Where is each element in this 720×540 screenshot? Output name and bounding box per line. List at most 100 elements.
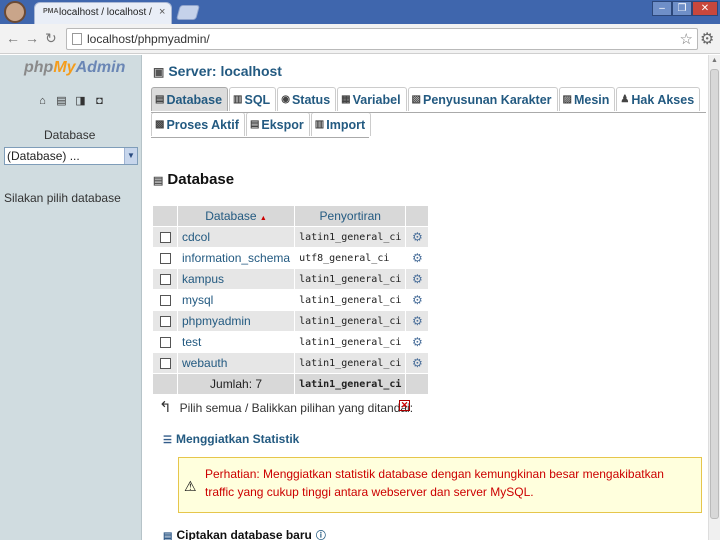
vertical-scrollbar[interactable]: ▲ bbox=[708, 55, 720, 540]
table-header-row: Database ▲ Penyortiran bbox=[153, 206, 429, 226]
home-icon[interactable]: ⌂ bbox=[36, 95, 49, 108]
chevron-down-icon[interactable]: ▼ bbox=[124, 148, 137, 164]
collation-cell: latin1_general_ci bbox=[295, 290, 406, 310]
docs-icon[interactable]: ◨ bbox=[74, 95, 87, 108]
row-checkbox[interactable] bbox=[159, 253, 171, 265]
database-name-cell: information_schema bbox=[178, 248, 295, 268]
status-icon: ◉ bbox=[281, 94, 290, 105]
tab-engines[interactable]: ▨ Mesin bbox=[558, 87, 616, 111]
database-name-link[interactable]: phpmyadmin bbox=[182, 314, 251, 328]
tab-label: Variabel bbox=[352, 92, 401, 107]
tabs-row-2: ▩ Proses Aktif ▤ Ekspor ▥ Import bbox=[151, 112, 706, 137]
maximize-icon[interactable]: ❐ bbox=[672, 1, 692, 16]
tab-processes[interactable]: ▩ Proses Aktif bbox=[151, 112, 245, 136]
check-privileges-icon[interactable]: ⚙ bbox=[412, 251, 423, 265]
help-icon[interactable]: ◘ bbox=[93, 95, 106, 108]
row-checkbox[interactable] bbox=[159, 232, 171, 244]
database-name-link[interactable]: webauth bbox=[182, 356, 227, 370]
engine-icon: ▨ bbox=[562, 94, 572, 105]
enable-statistics-link[interactable]: ☰ Menggiatkan Statistik bbox=[163, 432, 299, 446]
back-icon[interactable]: ← bbox=[6, 30, 20, 46]
scrollbar-thumb[interactable] bbox=[710, 69, 719, 519]
create-database-icon: ▤ bbox=[163, 531, 173, 540]
check-privileges-icon[interactable]: ⚙ bbox=[412, 272, 423, 286]
warning-message: Perhatian: Menggiatkan statistik databas… bbox=[205, 467, 664, 499]
sql-query-icon[interactable]: ▤ bbox=[55, 95, 68, 108]
close-tab-icon[interactable]: × bbox=[159, 6, 165, 18]
tab-divider bbox=[151, 137, 369, 138]
sort-ascending-icon: ▲ bbox=[259, 215, 267, 222]
phpmyadmin-logo[interactable]: phpMyAdmin bbox=[24, 59, 125, 77]
table-total-row: Jumlah: 7 latin1_general_ci bbox=[153, 374, 429, 394]
check-privileges-icon[interactable]: ⚙ bbox=[412, 314, 423, 328]
table-row: information_schema utf8_general_ci ⚙ bbox=[153, 248, 429, 268]
export-icon: ▤ bbox=[249, 119, 260, 130]
tab-database[interactable]: ▤ Database bbox=[151, 87, 229, 111]
sql-icon: ▥ bbox=[233, 94, 243, 105]
forward-icon[interactable]: → bbox=[25, 30, 39, 46]
window-close-icon[interactable]: ✕ bbox=[692, 1, 718, 16]
reload-icon[interactable]: ↻ bbox=[45, 30, 57, 47]
logo-admin: Admin bbox=[75, 59, 126, 76]
wrench-menu-icon[interactable]: ⚙ bbox=[700, 29, 714, 49]
check-all-link[interactable]: Pilih semua / Balikkan pilihan yang dita… bbox=[180, 401, 413, 415]
database-name-link[interactable]: mysql bbox=[182, 293, 213, 307]
left-toolbar-icons: ⌂ ▤ ◨ ◘ bbox=[36, 95, 106, 108]
minimize-icon[interactable]: – bbox=[652, 1, 672, 16]
database-name-link[interactable]: information_schema bbox=[182, 251, 290, 265]
help-icon[interactable]: ⓘ bbox=[316, 531, 326, 540]
privileges-cell: ⚙ bbox=[406, 290, 429, 310]
row-checkbox[interactable] bbox=[159, 358, 171, 370]
header-collation-label: Penyortiran bbox=[319, 209, 381, 223]
table-row: test latin1_general_ci ⚙ bbox=[153, 332, 429, 352]
tab-import[interactable]: ▥ Import bbox=[310, 112, 372, 136]
tab-status[interactable]: ◉ Status bbox=[277, 87, 337, 111]
database-name-cell: phpmyadmin bbox=[178, 311, 295, 331]
drop-icon[interactable]: ✕ bbox=[399, 400, 410, 411]
row-checkbox-cell bbox=[153, 353, 177, 373]
check-privileges-icon[interactable]: ⚙ bbox=[412, 230, 423, 244]
database-icon: ▤ bbox=[155, 94, 165, 105]
user-avatar-icon[interactable] bbox=[4, 1, 26, 23]
header-collation: Penyortiran bbox=[295, 206, 406, 226]
address-bar[interactable]: localhost/phpmyadmin/ ☆ bbox=[66, 28, 698, 50]
bookmark-star-icon[interactable]: ☆ bbox=[680, 30, 693, 48]
check-privileges-icon[interactable]: ⚙ bbox=[412, 293, 423, 307]
check-privileges-icon[interactable]: ⚙ bbox=[412, 335, 423, 349]
database-name-link[interactable]: kampus bbox=[182, 272, 224, 286]
warning-icon: ⚠ bbox=[184, 478, 197, 494]
header-privileges bbox=[406, 206, 429, 226]
page-title-text: Database bbox=[167, 171, 235, 188]
browser-tab[interactable]: PMA localhost / localhost / phpMy × bbox=[34, 2, 172, 24]
tab-privileges[interactable]: ♟ Hak Akses bbox=[616, 87, 701, 111]
main-content-frame: ▣ Server: localhost ▤ Database ▥ SQL ◉ Statu… bbox=[143, 55, 708, 540]
collation-cell: latin1_general_ci bbox=[295, 332, 406, 352]
server-breadcrumb[interactable]: ▣ Server: localhost bbox=[153, 63, 282, 79]
table-body: cdcol latin1_general_ci ⚙ information_schem… bbox=[153, 227, 429, 394]
server-title: Server: localhost bbox=[168, 63, 282, 79]
left-navigation-frame: phpMyAdmin ⌂ ▤ ◨ ◘ Database (Database) .… bbox=[0, 55, 142, 540]
database-select[interactable]: (Database) ... ▼ bbox=[4, 147, 138, 165]
row-checkbox[interactable] bbox=[159, 316, 171, 328]
tab-label: Proses Aktif bbox=[166, 117, 239, 132]
row-checkbox[interactable] bbox=[159, 295, 171, 307]
tab-charsets[interactable]: ▧ Penyusunan Karakter bbox=[407, 87, 558, 111]
row-checkbox-cell bbox=[153, 290, 177, 310]
database-name-link[interactable]: test bbox=[182, 335, 201, 349]
tab-variables[interactable]: ▦ Variabel bbox=[337, 87, 407, 111]
row-checkbox[interactable] bbox=[159, 337, 171, 349]
new-tab-button[interactable] bbox=[175, 5, 201, 20]
tab-label: Hak Akses bbox=[631, 92, 695, 107]
tab-export[interactable]: ▤ Ekspor bbox=[245, 112, 310, 136]
privileges-cell: ⚙ bbox=[406, 248, 429, 268]
page-icon bbox=[72, 33, 82, 45]
create-database-label: Ciptakan database baru bbox=[176, 528, 312, 540]
tab-sql[interactable]: ▥ SQL bbox=[229, 87, 277, 111]
row-checkbox[interactable] bbox=[159, 274, 171, 286]
database-name-link[interactable]: cdcol bbox=[182, 230, 210, 244]
scroll-up-icon[interactable]: ▲ bbox=[711, 57, 718, 64]
tab-label: SQL bbox=[244, 92, 271, 107]
tab-title: localhost / localhost / phpMy bbox=[59, 7, 155, 18]
header-database[interactable]: Database ▲ bbox=[178, 206, 295, 226]
check-privileges-icon[interactable]: ⚙ bbox=[412, 356, 423, 370]
